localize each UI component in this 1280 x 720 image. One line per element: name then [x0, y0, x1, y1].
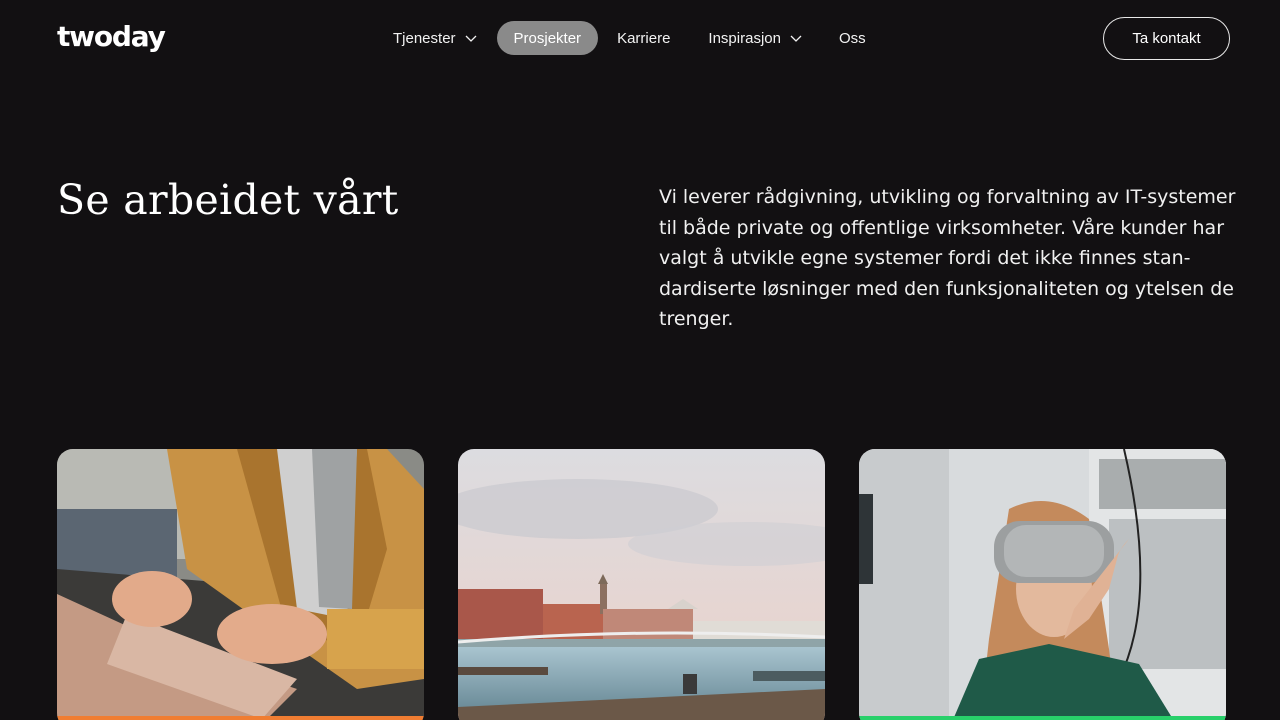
harbor-city-image [458, 449, 825, 720]
nav-item-tjenester[interactable]: Tjenester [380, 21, 491, 55]
vr-headset-image [859, 449, 1226, 720]
card-accent-bar [859, 716, 1226, 720]
nav-item-label: Oss [838, 29, 866, 47]
nav-item-oss[interactable]: Oss [826, 21, 879, 55]
project-card-2[interactable] [458, 449, 825, 720]
page-title: Se arbeidet vårt [57, 176, 399, 224]
card-accent-bar [57, 716, 424, 720]
nav-item-label: Tjenester [393, 29, 456, 47]
contact-button[interactable]: Ta kontakt [1103, 17, 1230, 60]
nav-item-karriere[interactable]: Karriere [604, 21, 683, 55]
chevron-down-icon [465, 35, 476, 42]
chevron-down-icon [790, 35, 802, 42]
nav-item-label: Prosjekter [513, 29, 582, 47]
project-card-1[interactable] [57, 449, 424, 720]
nav-item-label: Karriere [617, 29, 671, 47]
main-nav: Tjenester Prosjekter Karriere Inspirasjo… [380, 21, 879, 55]
project-card-3[interactable] [859, 449, 1226, 720]
nav-item-inspirasjon[interactable]: Inspirasjon [695, 21, 816, 55]
twoday-logo[interactable]: twoday [57, 20, 166, 53]
nav-item-label: Inspirasjon [708, 29, 781, 47]
nav-item-prosjekter[interactable]: Prosjekter [496, 21, 599, 55]
hero-description: Vi leverer rådgivning, utvikling og forv… [659, 186, 1236, 330]
laptop-typing-image [57, 449, 424, 720]
